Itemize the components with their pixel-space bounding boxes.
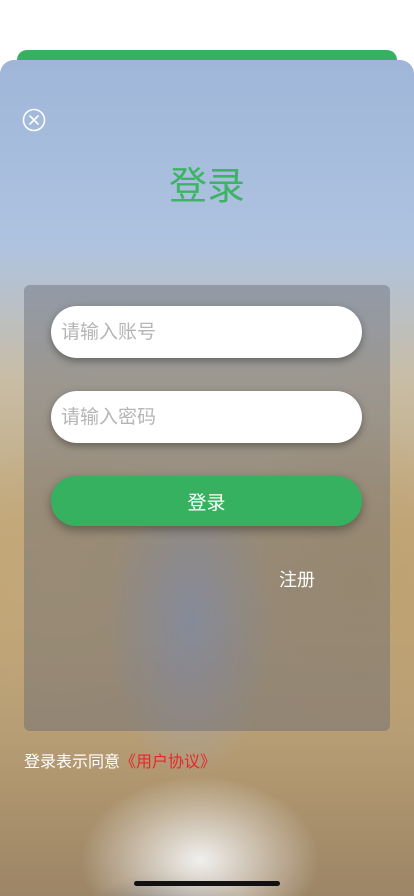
agreement-text: 登录表示同意《用户协议》	[24, 749, 216, 775]
home-indicator	[134, 881, 280, 886]
login-screen: 登录 登录 注册 登录表示同意《用户协议》	[0, 0, 414, 896]
account-input[interactable]	[51, 306, 362, 358]
user-agreement-link[interactable]: 《用户协议》	[120, 752, 216, 771]
close-button[interactable]	[22, 108, 46, 132]
password-input[interactable]	[51, 391, 362, 443]
register-link[interactable]: 注册	[279, 568, 315, 594]
page-title: 登录	[168, 164, 245, 208]
login-button[interactable]: 登录	[51, 476, 362, 526]
agreement-prefix: 登录表示同意	[24, 752, 121, 771]
close-circle-icon	[22, 108, 46, 132]
